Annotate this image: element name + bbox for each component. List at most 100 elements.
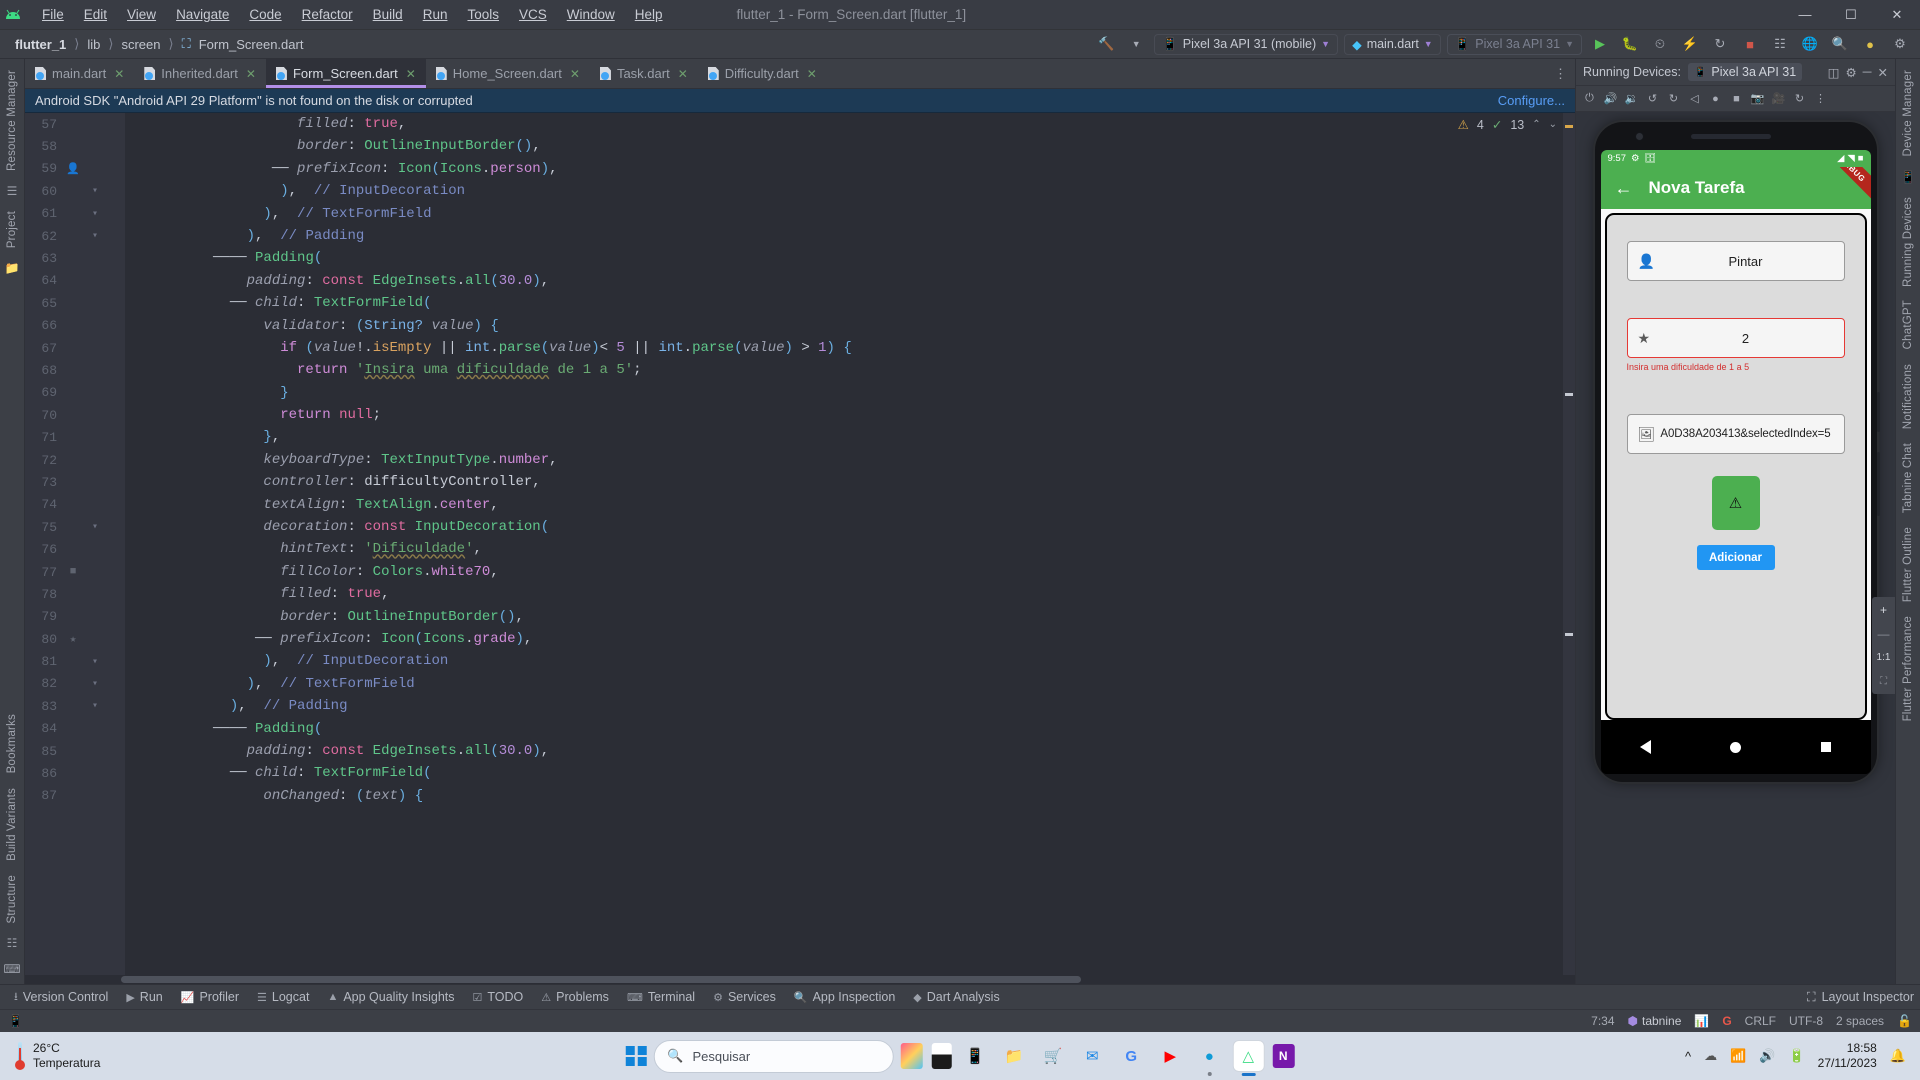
- mail-icon[interactable]: ✉: [1077, 1041, 1107, 1071]
- lock-icon[interactable]: 🔓: [1897, 1014, 1912, 1028]
- minimize-button[interactable]: —: [1782, 0, 1828, 30]
- fold-icon[interactable]: ▾: [85, 521, 105, 533]
- sidebar-item-bookmarks[interactable]: Bookmarks: [6, 707, 18, 780]
- fold-icon[interactable]: ▾: [85, 656, 105, 668]
- code-line[interactable]: controller: difficultyController,: [129, 471, 1575, 493]
- code-line[interactable]: }: [129, 382, 1575, 404]
- account-icon[interactable]: ●: [1858, 32, 1882, 56]
- file-explorer-icon[interactable]: 📁: [999, 1041, 1029, 1071]
- code-line[interactable]: filled: true,: [129, 113, 1575, 135]
- editor-gutter[interactable]: 57 58 59 👤 60 ▾ 61 ▾ 62 ▾ 63 64 65 66 67 68 69 70 71 72 73 74…: [25, 113, 125, 975]
- fold-icon[interactable]: ▾: [85, 230, 105, 242]
- tool-window-profiler[interactable]: 📈 Profiler: [173, 988, 247, 1006]
- close-icon[interactable]: ✕: [114, 67, 124, 81]
- gutter-row[interactable]: 67: [25, 337, 125, 359]
- run-configuration[interactable]: ◆ main.dart ▼: [1344, 33, 1441, 55]
- sidebar-item-chatgpt[interactable]: ChatGPT: [1902, 293, 1914, 356]
- back-triangle-icon[interactable]: [1640, 740, 1652, 754]
- tab-main-dart[interactable]: main.dart ✕: [25, 59, 134, 88]
- onedrive-error-icon[interactable]: ☁: [1704, 1048, 1717, 1064]
- recents-square-icon[interactable]: [1820, 742, 1831, 752]
- gutter-row[interactable]: 73: [25, 471, 125, 493]
- menu-window[interactable]: Window: [557, 4, 625, 25]
- settings-icon[interactable]: ⚙: [1888, 32, 1912, 56]
- code-line[interactable]: },: [129, 426, 1575, 448]
- tool-window-version-control[interactable]: ⭳ Version Control: [6, 986, 116, 1009]
- arrow-back-icon[interactable]: ←: [1615, 178, 1633, 199]
- code-line[interactable]: textAlign: TextAlign.center,: [129, 494, 1575, 516]
- code-line[interactable]: onChanged: (text) {: [129, 785, 1575, 807]
- phone-screen[interactable]: 9:57 ⚙ 🗄 ◢ ◥ ■ ← Nova Tarefa DEBUG 👤 Pin…: [1600, 150, 1871, 774]
- zoom-ratio-label[interactable]: 1:1: [1874, 649, 1893, 666]
- sidebar-item-notifications[interactable]: Notifications: [1902, 357, 1914, 436]
- tool-window-app-inspection[interactable]: 🔍 App Inspection: [786, 988, 903, 1006]
- tab-difficulty-dart[interactable]: Difficulty.dart ✕: [698, 59, 827, 88]
- gutter-row[interactable]: 62 ▾: [25, 225, 125, 247]
- volume-up-icon[interactable]: 🔊: [1601, 89, 1620, 108]
- sidebar-item-tabnine-chat[interactable]: Tabnine Chat: [1902, 436, 1914, 520]
- scrollbar-thumb[interactable]: [121, 976, 1081, 983]
- menu-navigate[interactable]: Navigate: [166, 4, 239, 25]
- android-studio-icon[interactable]: △: [1233, 1041, 1264, 1076]
- code-line[interactable]: hintText: 'Dificuldade',: [129, 538, 1575, 560]
- close-icon[interactable]: ✕: [246, 67, 256, 81]
- gutter-row[interactable]: 61 ▾: [25, 203, 125, 225]
- gutter-row[interactable]: 80 ★: [25, 628, 125, 650]
- record-icon[interactable]: 🎥: [1769, 89, 1788, 108]
- inspection-scrollbar[interactable]: [1563, 113, 1575, 975]
- phone-link-icon[interactable]: 📱: [960, 1041, 990, 1071]
- gutter-marker-icon[interactable]: ■: [61, 566, 85, 578]
- submit-button[interactable]: Adicionar: [1696, 545, 1775, 570]
- line-separator[interactable]: CRLF: [1745, 1014, 1776, 1028]
- hammer-icon[interactable]: 🔨: [1094, 32, 1118, 56]
- indent-setting[interactable]: 2 spaces: [1836, 1014, 1884, 1028]
- settings-icon[interactable]: ⚙: [1845, 65, 1856, 80]
- profile-icon[interactable]: ⏲: [1648, 32, 1672, 56]
- terminal-rail-icon[interactable]: ⌨: [3, 956, 20, 984]
- gutter-row[interactable]: 72: [25, 449, 125, 471]
- task-name-field[interactable]: 👤 Pintar: [1626, 241, 1845, 281]
- menu-vcs[interactable]: VCS: [509, 4, 557, 25]
- sidebar-item-flutter-outline[interactable]: Flutter Outline: [1902, 520, 1914, 609]
- stop-icon[interactable]: ■: [1738, 32, 1762, 56]
- notification-bell-icon[interactable]: 🔔: [1890, 1048, 1906, 1064]
- gutter-row[interactable]: 68: [25, 359, 125, 381]
- code-line[interactable]: border: OutlineInputBorder(),: [129, 606, 1575, 628]
- edge-icon[interactable]: ●: [1194, 1041, 1224, 1076]
- zoom-out-button[interactable]: —: [1874, 625, 1893, 642]
- menu-build[interactable]: Build: [363, 4, 413, 25]
- tool-window-app-quality-insights[interactable]: ▲ App Quality Insights: [319, 988, 462, 1006]
- code-line[interactable]: ), // Padding: [129, 225, 1575, 247]
- gutter-row[interactable]: 87: [25, 785, 125, 807]
- volume-button[interactable]: [1876, 452, 1880, 516]
- fit-screen-icon[interactable]: ⛶: [1874, 673, 1893, 690]
- menu-refactor[interactable]: Refactor: [292, 4, 363, 25]
- menu-run[interactable]: Run: [413, 4, 458, 25]
- google-icon[interactable]: G: [1722, 1014, 1731, 1028]
- code-line[interactable]: fillColor: Colors.white70,: [129, 561, 1575, 583]
- tab-overflow-icon[interactable]: ⋮: [1546, 59, 1575, 88]
- gutter-row[interactable]: 60 ▾: [25, 180, 125, 202]
- menu-help[interactable]: Help: [625, 4, 673, 25]
- code-line[interactable]: ── child: TextFormField(: [129, 762, 1575, 784]
- code-line[interactable]: ), // InputDecoration: [129, 650, 1575, 672]
- gutter-row[interactable]: 65: [25, 292, 125, 314]
- power-button[interactable]: [1876, 392, 1880, 432]
- microsoft-store-icon[interactable]: 🛒: [1038, 1041, 1068, 1071]
- gutter-row[interactable]: 69: [25, 382, 125, 404]
- sidebar-item-resource-manager[interactable]: Resource Manager: [6, 63, 18, 178]
- difficulty-field[interactable]: ★ 2: [1626, 318, 1845, 358]
- app-dark-icon[interactable]: [931, 1043, 952, 1069]
- caret-position[interactable]: 7:34: [1591, 1014, 1614, 1028]
- gutter-row[interactable]: 79: [25, 606, 125, 628]
- code-line[interactable]: ), // TextFormField: [129, 673, 1575, 695]
- gutter-marker-icon[interactable]: ★: [61, 632, 85, 646]
- code-line[interactable]: ── prefixIcon: Icon(Icons.person),: [129, 158, 1575, 180]
- code-line[interactable]: ), // Padding: [129, 695, 1575, 717]
- banner-configure-link[interactable]: Configure...: [1498, 93, 1565, 108]
- code-line[interactable]: padding: const EdgeInsets.all(30.0),: [129, 270, 1575, 292]
- breadcrumb-project[interactable]: flutter_1: [12, 36, 69, 53]
- code-line[interactable]: border: OutlineInputBorder(),: [129, 135, 1575, 157]
- gutter-row[interactable]: 75 ▾: [25, 516, 125, 538]
- code-line[interactable]: ), // TextFormField: [129, 203, 1575, 225]
